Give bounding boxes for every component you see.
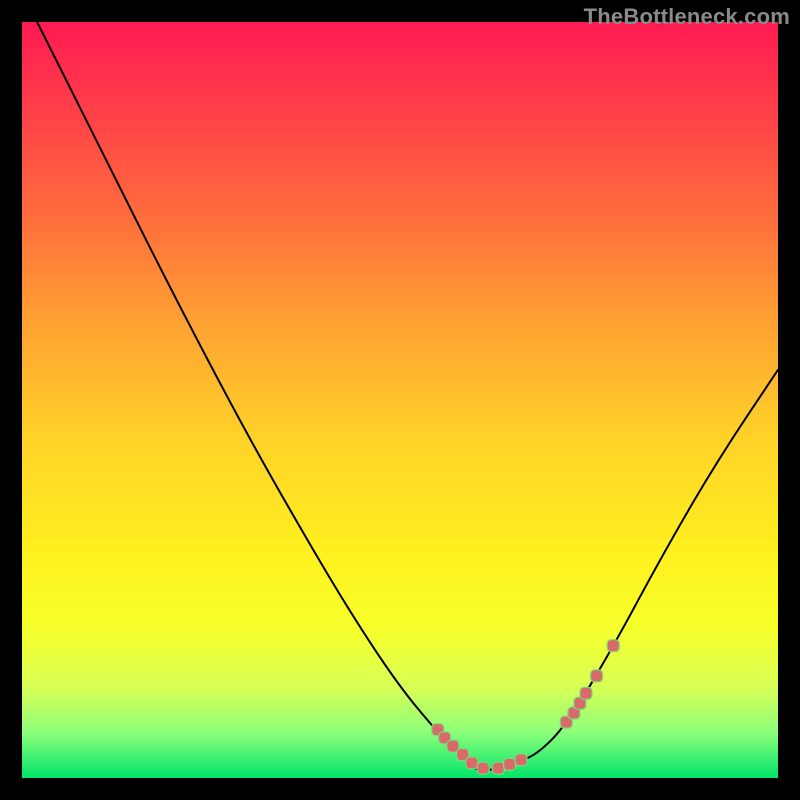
chart-svg [22, 22, 778, 778]
bottleneck-curve [37, 22, 778, 770]
curve-marker [492, 762, 504, 774]
curve-marker [515, 754, 527, 766]
curve-marker [504, 758, 516, 770]
curve-marker [591, 670, 603, 682]
chart-frame [22, 22, 778, 778]
marker-layer [432, 640, 619, 775]
curve-marker [580, 687, 592, 699]
watermark-text: TheBottleneck.com [584, 4, 790, 30]
curve-marker [466, 757, 478, 769]
curve-marker [477, 762, 489, 774]
curve-marker [607, 640, 619, 652]
